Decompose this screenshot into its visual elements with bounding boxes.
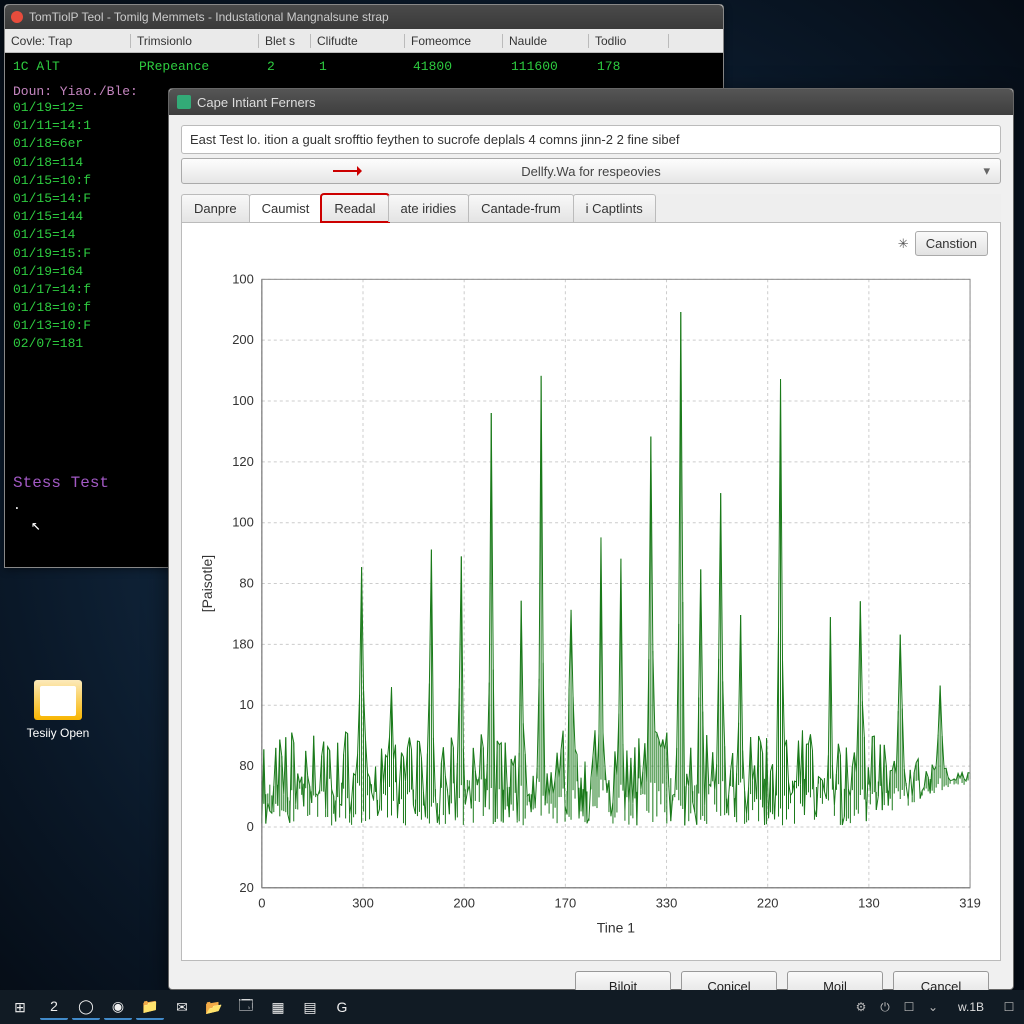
terminal-column-header[interactable]: Trimsionlo xyxy=(131,34,259,48)
start-button[interactable]: ⊞ xyxy=(6,994,34,1020)
svg-text:200: 200 xyxy=(453,896,475,911)
tab-ate-iridies[interactable]: ate iridies xyxy=(388,194,470,222)
chart-area: 2008010180801001201002001000300200170330… xyxy=(192,257,990,950)
annotation-arrow xyxy=(333,170,361,172)
svg-text:80: 80 xyxy=(239,576,253,591)
svg-text:100: 100 xyxy=(232,393,254,408)
combo-label: Dellfy.Wa for respeovies xyxy=(521,164,660,179)
desktop-shortcut[interactable]: Tesiiy Open xyxy=(18,680,98,740)
svg-text:170: 170 xyxy=(555,896,577,911)
taskbar: ⊞ 2◯◉📁✉📂🗔▦▤G ⚙ ⏻ ☐ ⌄ w.1B ☐ xyxy=(0,990,1024,1024)
chart-menu-icon[interactable]: ✳ xyxy=(898,236,909,252)
terminal-cell: PRepeance xyxy=(139,59,267,74)
terminal-cell: 1C AlT xyxy=(13,59,139,74)
response-combo[interactable]: Dellfy.Wa for respeovies xyxy=(181,158,1001,184)
svg-text:10: 10 xyxy=(239,697,253,712)
terminal-data-row: 1C AlTPRepeance2141800111600178 xyxy=(13,59,715,74)
svg-text:330: 330 xyxy=(656,896,678,911)
notification-icon[interactable]: ☐ xyxy=(1000,998,1018,1016)
terminal-cell: 111600 xyxy=(511,59,597,74)
taskbar-app-icon[interactable]: 📁 xyxy=(136,994,164,1020)
svg-text:80: 80 xyxy=(239,758,253,773)
taskbar-app-icon[interactable]: ◯ xyxy=(72,994,100,1020)
taskbar-app-icon[interactable]: 2 xyxy=(40,994,68,1020)
terminal-column-header[interactable]: Fomeomce xyxy=(405,34,503,48)
terminal-column-header[interactable]: Naulde xyxy=(503,34,589,48)
dialog-titlebar[interactable]: Cape Intiant Ferners xyxy=(169,89,1013,115)
terminal-column-header[interactable]: Clifudte xyxy=(311,34,405,48)
terminal-titlebar[interactable]: TomTiolP Teol - Tomilg Memmets - Industa… xyxy=(5,5,723,29)
svg-text:0: 0 xyxy=(247,819,254,834)
taskbar-app-icon[interactable]: ▦ xyxy=(264,994,292,1020)
svg-text:319: 319 xyxy=(959,896,981,911)
terminal-cell: 178 xyxy=(597,59,677,74)
terminal-cell: 41800 xyxy=(413,59,511,74)
tray-icon[interactable]: ⌄ xyxy=(924,998,942,1016)
svg-text:[Paisotle]: [Paisotle] xyxy=(199,555,215,612)
terminal-cell: 1 xyxy=(319,59,413,74)
svg-text:120: 120 xyxy=(232,454,254,469)
folder-icon xyxy=(34,680,82,720)
tray-icon[interactable]: ⏻ xyxy=(876,998,894,1016)
terminal-table-header: Covle: TrapTrimsionloBlet sClifudteFomeo… xyxy=(5,29,723,53)
tab-panel: ✳ Canstion 20080101808010012010020010003… xyxy=(181,223,1001,961)
tab-readal[interactable]: Readal xyxy=(321,194,388,222)
tab-cantade-frum[interactable]: Cantade-frum xyxy=(468,194,573,222)
taskbar-app-icon[interactable]: ▤ xyxy=(296,994,324,1020)
tab-caumist[interactable]: Caumist xyxy=(249,194,323,222)
taskbar-app-icon[interactable]: 📂 xyxy=(200,994,228,1020)
taskbar-app-icon[interactable]: 🗔 xyxy=(232,994,260,1020)
dialog-description: East Test lo. ition a gualt srofftio fey… xyxy=(181,125,1001,154)
response-chart: 2008010180801001201002001000300200170330… xyxy=(192,257,990,950)
dialog-title: Cape Intiant Ferners xyxy=(197,95,316,110)
desktop-icon-label: Tesiiy Open xyxy=(18,726,98,740)
terminal-title: TomTiolP Teol - Tomilg Memmets - Industa… xyxy=(29,10,389,24)
dialog-tabs: DanpreCaumistReadalate iridiesCantade-fr… xyxy=(181,194,1001,223)
terminal-cell: 2 xyxy=(267,59,319,74)
svg-text:130: 130 xyxy=(858,896,880,911)
svg-text:180: 180 xyxy=(232,636,254,651)
svg-text:100: 100 xyxy=(232,515,254,530)
terminal-column-header[interactable]: Covle: Trap xyxy=(5,34,131,48)
taskbar-app-icon[interactable]: G xyxy=(328,994,356,1020)
terminal-column-header[interactable]: Todlio xyxy=(589,34,669,48)
taskbar-clock: w.1B xyxy=(948,1000,994,1014)
taskbar-app-icon[interactable]: ✉ xyxy=(168,994,196,1020)
close-icon[interactable] xyxy=(11,11,23,23)
tab-danpre[interactable]: Danpre xyxy=(181,194,250,222)
app-icon xyxy=(177,95,191,109)
chart-action-button[interactable]: Canstion xyxy=(915,231,988,256)
dialog-window: Cape Intiant Ferners East Test lo. ition… xyxy=(168,88,1014,990)
tray-icon[interactable]: ☐ xyxy=(900,998,918,1016)
svg-text:0: 0 xyxy=(258,896,265,911)
tray-icon[interactable]: ⚙ xyxy=(852,998,870,1016)
taskbar-app-icon[interactable]: ◉ xyxy=(104,994,132,1020)
svg-text:Tine 1: Tine 1 xyxy=(597,920,636,936)
terminal-column-header[interactable]: Blet s xyxy=(259,34,311,48)
svg-text:100: 100 xyxy=(232,271,254,286)
svg-text:20: 20 xyxy=(239,880,253,895)
tab-i-captlints[interactable]: i Captlints xyxy=(573,194,656,222)
svg-text:300: 300 xyxy=(352,896,374,911)
svg-text:200: 200 xyxy=(232,332,254,347)
svg-text:220: 220 xyxy=(757,896,779,911)
